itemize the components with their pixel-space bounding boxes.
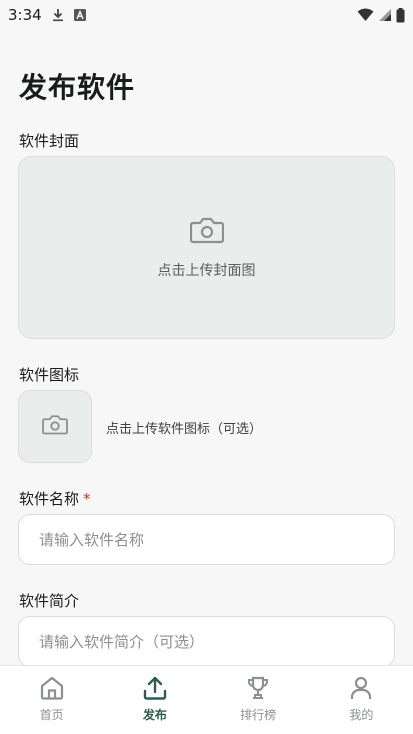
wifi-icon xyxy=(357,8,374,22)
app-icon-upload-area[interactable] xyxy=(18,390,92,463)
status-time: 3:34 xyxy=(8,6,42,24)
name-field-label-text: 软件名称 xyxy=(19,490,80,508)
download-icon xyxy=(52,8,64,22)
cover-upload-hint: 点击上传封面图 xyxy=(157,262,256,279)
camera-icon xyxy=(189,216,224,248)
nav-label-mine: 我的 xyxy=(349,708,374,722)
home-icon xyxy=(39,675,65,704)
upload-icon xyxy=(142,675,168,704)
name-field-label: 软件名称 * xyxy=(19,488,91,509)
nav-item-home[interactable]: 首页 xyxy=(0,666,103,734)
nav-label-home: 首页 xyxy=(39,708,64,722)
nav-label-publish: 发布 xyxy=(142,708,167,722)
cover-upload-area[interactable]: 点击上传封面图 xyxy=(18,156,395,339)
name-input[interactable]: 请输入软件名称 xyxy=(18,514,395,565)
app-icon-label: 软件图标 xyxy=(19,366,80,384)
required-mark: * xyxy=(83,490,91,508)
bottom-nav: 首页 发布 排行榜 我的 xyxy=(0,665,413,734)
status-bar: 3:34 xyxy=(0,0,413,30)
nav-item-mine[interactable]: 我的 xyxy=(310,666,413,734)
nav-label-ranking: 排行榜 xyxy=(240,708,277,722)
camera-icon xyxy=(42,414,68,439)
name-input-placeholder: 请输入软件名称 xyxy=(39,531,145,549)
a-badge-icon xyxy=(73,9,86,21)
cover-label: 软件封面 xyxy=(19,132,80,150)
person-icon xyxy=(348,675,374,704)
page-title: 发布软件 xyxy=(19,71,136,104)
cell-signal-icon xyxy=(378,8,392,22)
publish-form[interactable]: 发布软件 软件封面 点击上传封面图 软件图标 点击上传软件图标（可选） 软件名称… xyxy=(0,30,413,665)
trophy-icon xyxy=(245,675,271,704)
battery-icon xyxy=(396,7,405,23)
nav-item-publish[interactable]: 发布 xyxy=(103,666,206,734)
nav-item-ranking[interactable]: 排行榜 xyxy=(207,666,310,734)
intro-field-label: 软件简介 xyxy=(19,592,80,610)
intro-input[interactable]: 请输入软件简介（可选） xyxy=(18,616,395,665)
intro-input-placeholder: 请输入软件简介（可选） xyxy=(39,633,205,651)
app-icon-upload-hint: 点击上传软件图标（可选） xyxy=(106,422,263,437)
